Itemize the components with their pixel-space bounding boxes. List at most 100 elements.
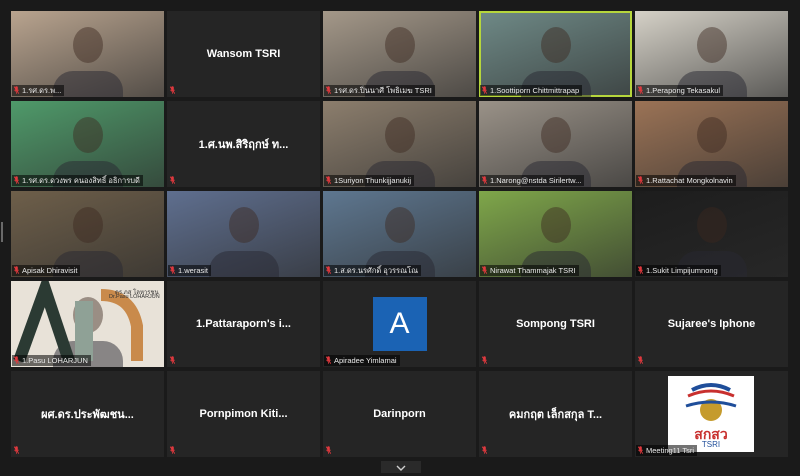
participant-name-label [636, 355, 649, 366]
participant-tile[interactable]: 1.Perapong Tekasakul [635, 11, 788, 97]
participant-name: 1.Soottiporn Chittmittrapap [490, 86, 580, 95]
mic-off-icon [170, 176, 175, 184]
participant-tile[interactable]: 1.Narong@nstda Sirilertw... [479, 101, 632, 187]
participant-tile[interactable]: คมกฤต เล็กสกุล T... [479, 371, 632, 457]
mic-off-icon [170, 266, 175, 274]
participant-tile[interactable]: A Apiradee Yimlamai [323, 281, 476, 367]
participant-name-label: 1.Narong@nstda Sirilertw... [480, 175, 585, 186]
mic-off-icon [14, 446, 19, 454]
page-down-button[interactable] [381, 461, 421, 473]
participant-name-label [480, 355, 493, 366]
participant-name-label: Apisak Dhiravisit [12, 265, 81, 276]
tsri-logo: สกสว TSRI [668, 376, 754, 452]
participant-tile[interactable]: 1.Pattaraporn's i... [167, 281, 320, 367]
avatar: A [372, 297, 427, 351]
participant-video [228, 207, 259, 243]
participant-name-label: 1.werasit [168, 265, 212, 276]
participant-name: 1.werasit [178, 266, 209, 275]
participant-name-label: 1.Pasu LOHARJUN [12, 355, 91, 366]
gallery-grid: 1.รศ.ดร.พ... Wansom TSRI 1รศ.ดร.ปิ่นนาศี โ… [11, 11, 791, 463]
participant-tile[interactable]: 1.รศ.ดร.ดวงพร คนองสิทธิ์ อธิการบดี [11, 101, 164, 187]
mic-off-icon [326, 266, 331, 274]
mic-off-icon [170, 356, 175, 364]
participant-name-label: 1.รศ.ดร.ดวงพร คนองสิทธิ์ อธิการบดี [12, 175, 143, 186]
participant-name-label: Apiradee Yimlamai [324, 355, 400, 366]
mic-off-icon [638, 176, 643, 184]
participant-video [384, 27, 415, 63]
participant-tile[interactable]: ผศ.ดร.ประพัฒชน... [11, 371, 164, 457]
mic-off-icon [326, 176, 331, 184]
participant-name-label: 1.Perapong Tekasakul [636, 85, 724, 96]
participant-name: 1รศ.ดร.ปิ่นนาศี โพธิเมฆ TSRI [334, 86, 432, 95]
participant-name-label [168, 445, 181, 456]
mic-off-icon [14, 356, 19, 364]
mic-off-icon [170, 446, 175, 454]
participant-name-label [168, 175, 181, 186]
mic-off-icon [326, 86, 331, 94]
participant-tile[interactable]: Nirawat Thammajak TSRI [479, 191, 632, 277]
participant-video [540, 117, 571, 153]
participant-tile[interactable]: 1.ส.ดร.นรศักดิ์ อุวรรณโณ [323, 191, 476, 277]
participant-name-label: 1.Rattachat Mongkolnavin [636, 175, 736, 186]
participant-name-label: 1.รศ.ดร.พ... [12, 85, 65, 96]
chevron-down-icon [396, 458, 406, 476]
participant-name: 1.รศ.ดร.ดวงพร คนองสิทธิ์ อธิการบดี [22, 176, 140, 185]
participant-name-label: 1Suriyon Thunkijjanukij [324, 175, 414, 186]
participant-tile[interactable]: 1.Sukit Limpijumnong [635, 191, 788, 277]
participant-tile[interactable]: 1.ศ.นพ.สิริฤกษ์ ท... [167, 101, 320, 187]
participant-name-label: 1.ส.ดร.นรศักดิ์ อุวรรณโณ [324, 265, 422, 276]
mic-off-icon [14, 266, 19, 274]
participant-name-center: คมกฤต เล็กสกุล T... [508, 409, 603, 421]
participant-name-center: Wansom TSRI [206, 48, 281, 60]
participant-tile[interactable]: 1Suriyon Thunkijjanukij [323, 101, 476, 187]
mic-off-icon [326, 446, 331, 454]
participant-name-label [324, 445, 337, 456]
participant-tile[interactable]: Darinporn [323, 371, 476, 457]
participant-name: 1.Rattachat Mongkolnavin [646, 176, 733, 185]
participant-name-label: 1.Sukit Limpijumnong [636, 265, 721, 276]
participant-tile[interactable]: Apisak Dhiravisit [11, 191, 164, 277]
participant-tile[interactable]: 1.Soottiporn Chittmittrapap [479, 11, 632, 97]
participant-tile[interactable]: ดร.ภสุ โลหารชุน Dr.Pasu LOHARJUN 1.Pasu LO… [11, 281, 164, 367]
participant-name: Nirawat Thammajak TSRI [490, 266, 576, 275]
participant-name: 1.ส.ดร.นรศักดิ์ อุวรรณโณ [334, 266, 419, 275]
participant-name-label: Meeting11 Tsri [636, 445, 698, 456]
participant-name-label [12, 445, 25, 456]
participant-video [384, 117, 415, 153]
participant-name: 1.Narong@nstda Sirilertw... [490, 176, 582, 185]
participant-tile[interactable]: 1.Rattachat Mongkolnavin [635, 101, 788, 187]
participant-video [540, 27, 571, 63]
participant-video [384, 207, 415, 243]
participant-name: 1.Perapong Tekasakul [646, 86, 721, 95]
participant-tile[interactable]: 1รศ.ดร.ปิ่นนาศี โพธิเมฆ TSRI [323, 11, 476, 97]
participant-name-center: 1.ศ.นพ.สิริฤกษ์ ท... [198, 139, 289, 151]
participant-name-center: Sujaree's Iphone [667, 318, 756, 330]
participant-video [696, 27, 727, 63]
mic-off-icon [170, 86, 175, 94]
participant-name-label: 1.Soottiporn Chittmittrapap [480, 85, 583, 96]
participant-tile[interactable]: Wansom TSRI [167, 11, 320, 97]
participant-name-label [168, 355, 181, 366]
participant-tile[interactable]: 1.รศ.ดร.พ... [11, 11, 164, 97]
logo-subtitle: Dr.Pasu LOHARJUN [109, 294, 160, 300]
mic-off-icon [638, 266, 643, 274]
participant-tile[interactable]: Sujaree's Iphone [635, 281, 788, 367]
participant-tile[interactable]: สกสว TSRI Meeting11 Tsri [635, 371, 788, 457]
participant-video [540, 207, 571, 243]
participant-name-label: Nirawat Thammajak TSRI [480, 265, 579, 276]
mic-off-icon [482, 86, 487, 94]
participant-name-center: ผศ.ดร.ประพัฒชน... [41, 409, 134, 421]
left-scroll-handle[interactable] [1, 222, 3, 242]
participant-tile[interactable]: Pornpimon Kiti... [167, 371, 320, 457]
participant-name-center: Darinporn [373, 408, 426, 420]
participant-name-center: 1.Pattaraporn's i... [196, 318, 291, 330]
participant-tile[interactable]: Sompong TSRI [479, 281, 632, 367]
mic-off-icon [326, 356, 331, 364]
mic-off-icon [14, 176, 19, 184]
participant-video [696, 117, 727, 153]
participant-video [72, 207, 103, 243]
participant-name-label: 1รศ.ดร.ปิ่นนาศี โพธิเมฆ TSRI [324, 85, 435, 96]
mic-off-icon [482, 176, 487, 184]
mic-off-icon [638, 86, 643, 94]
participant-tile[interactable]: 1.werasit [167, 191, 320, 277]
